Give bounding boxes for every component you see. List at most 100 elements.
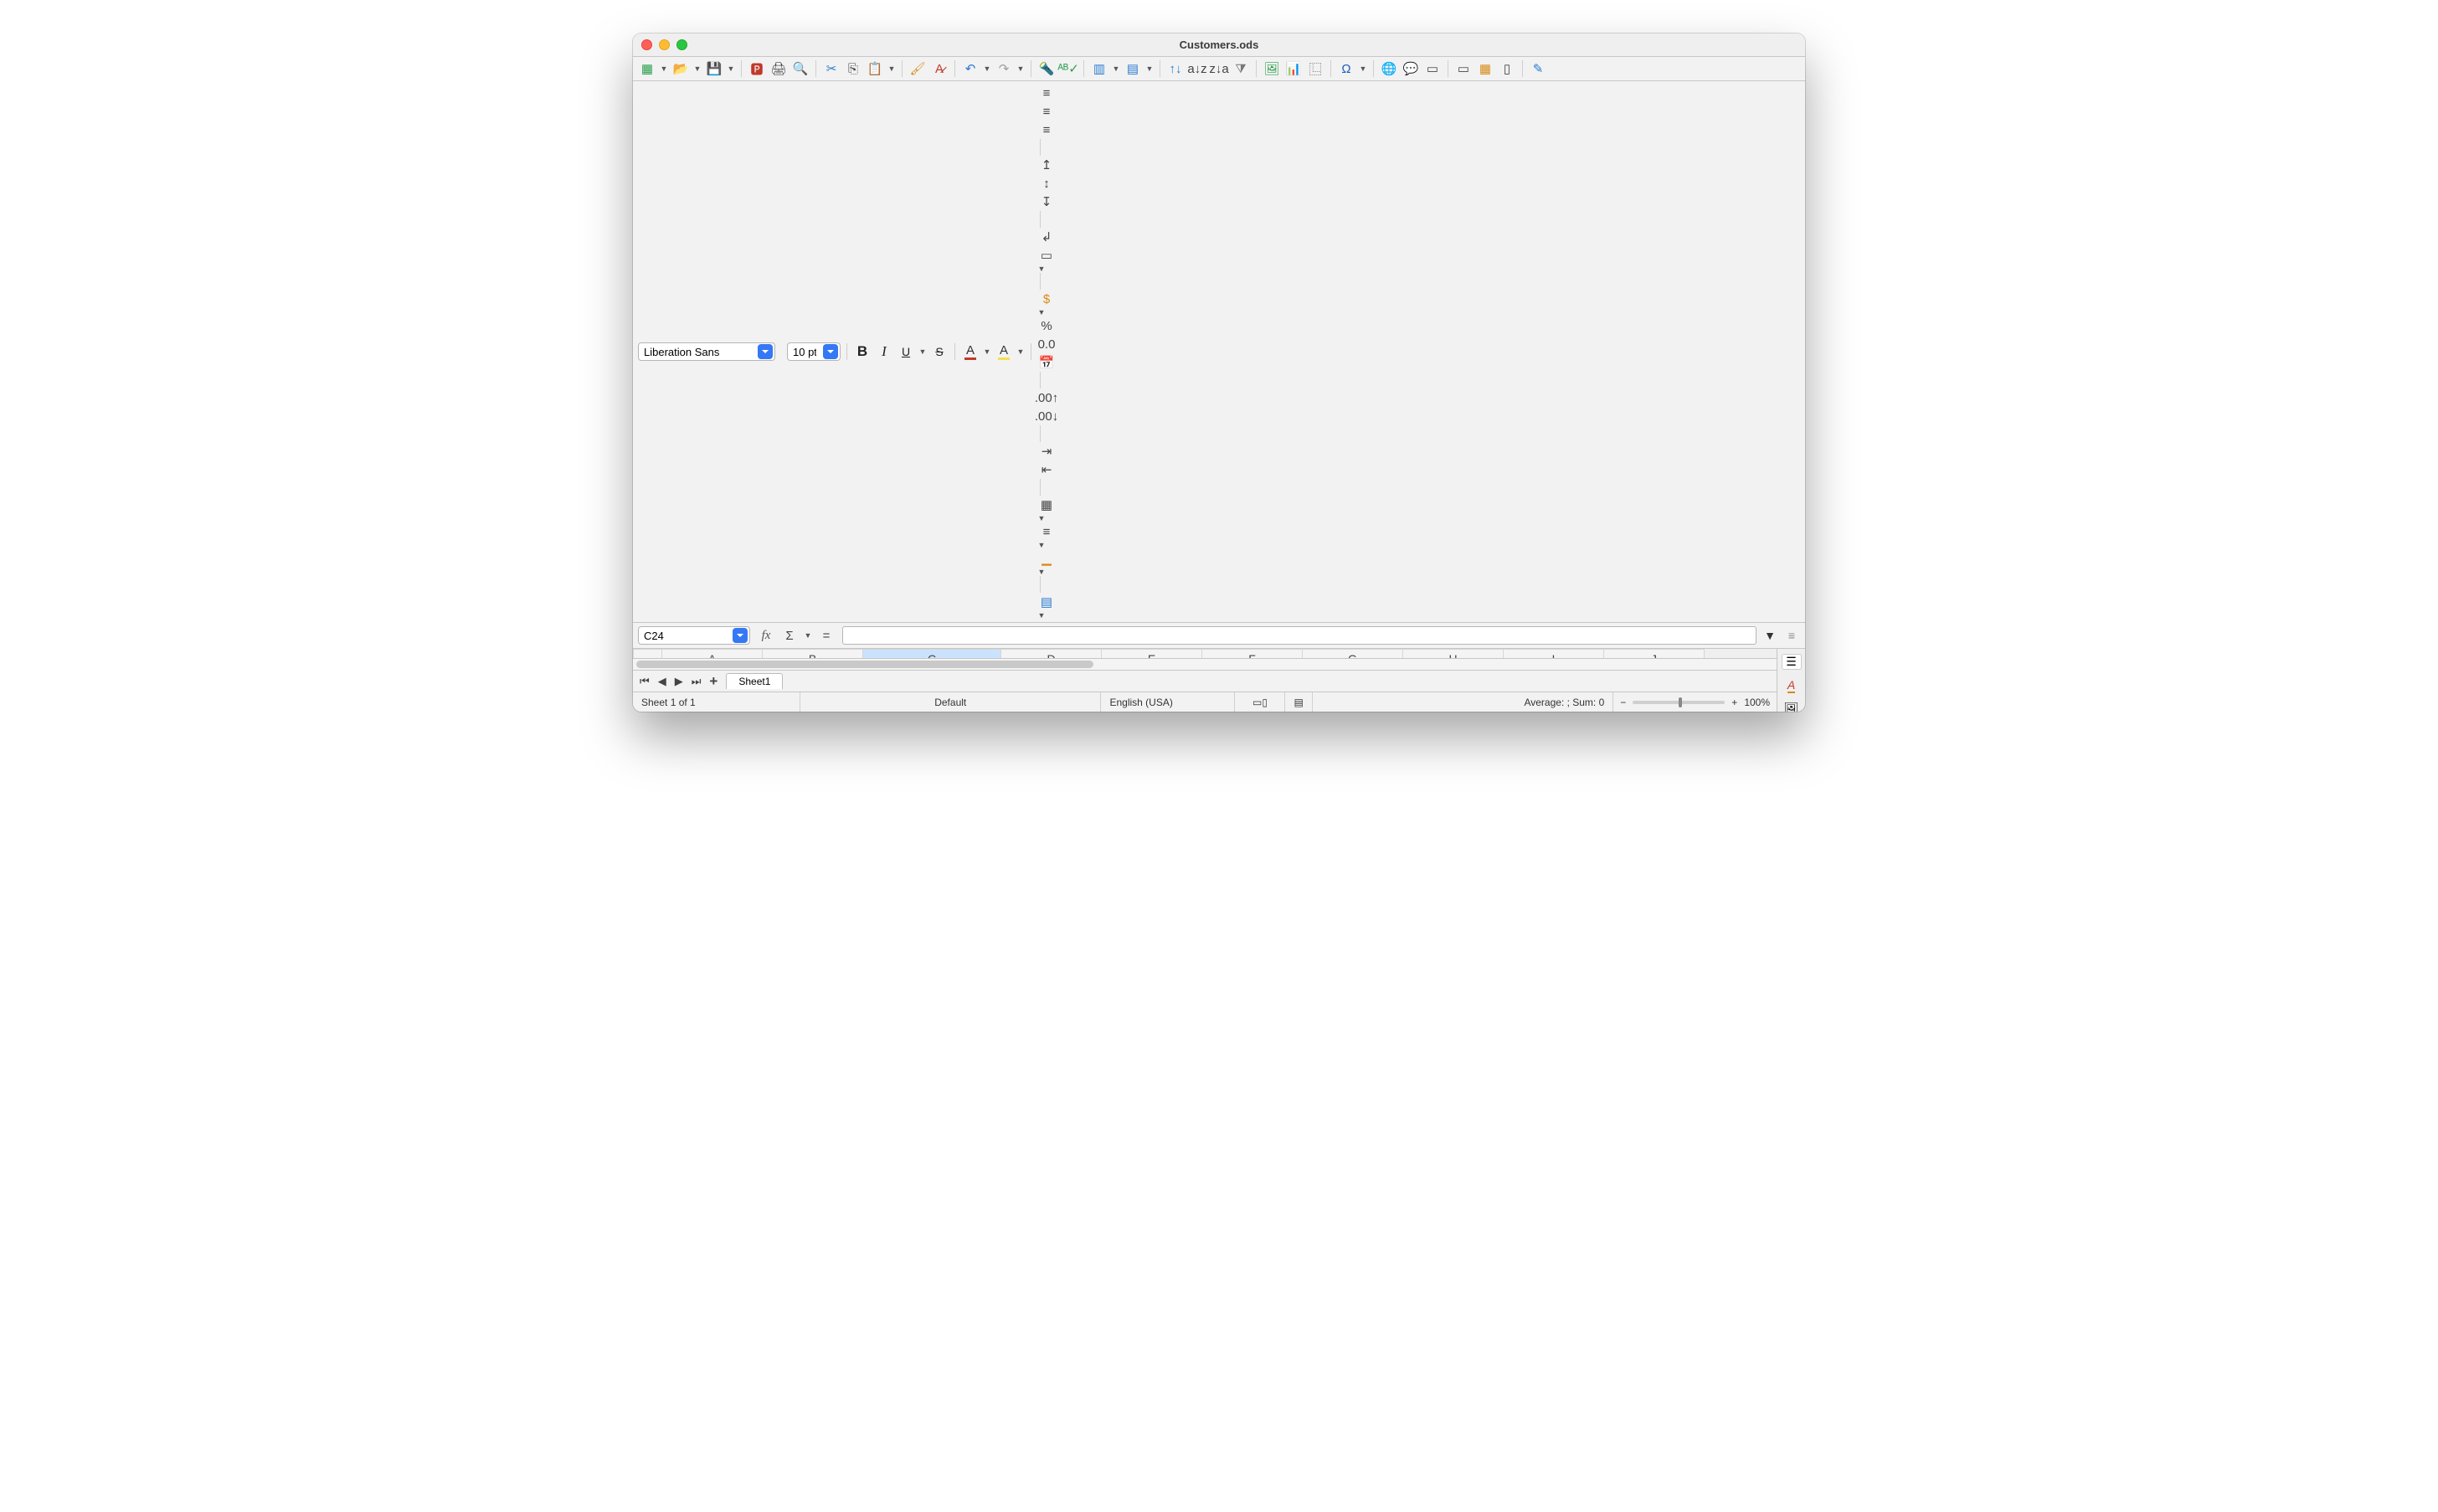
font-color-dropdown[interactable]: ▼: [983, 347, 991, 356]
define-print-button[interactable]: ▭: [1454, 59, 1473, 78]
bold-button[interactable]: B: [853, 342, 872, 361]
sheet-tab[interactable]: Sheet1: [726, 673, 783, 689]
wrap-button[interactable]: ↲: [1037, 228, 1056, 246]
spreadsheet-grid[interactable]: ABCDEFGHIJ1IDFirst Name21Justin32Sandra4…: [633, 649, 1777, 658]
merge-button[interactable]: ▭: [1037, 246, 1056, 265]
spellcheck-button[interactable]: ᴬᴮ✓: [1059, 59, 1078, 78]
clear-format-button[interactable]: A̷: [930, 59, 949, 78]
col-ops-button[interactable]: ▤: [1124, 59, 1142, 78]
col-header-F[interactable]: F: [1202, 650, 1303, 659]
border-style-dropdown[interactable]: ▼: [1037, 541, 1046, 549]
col-header-A[interactable]: A: [662, 650, 763, 659]
header-footer-button[interactable]: ▭: [1423, 59, 1442, 78]
font-size-dropdown-icon[interactable]: [823, 344, 838, 359]
font-size-combo[interactable]: [787, 342, 841, 361]
cell-reference-input[interactable]: [639, 630, 731, 642]
new-button[interactable]: ▦: [638, 59, 656, 78]
horizontal-scrollbar[interactable]: [633, 658, 1777, 670]
find-button[interactable]: 🔦: [1037, 59, 1056, 78]
sort-desc-button[interactable]: z↓a: [1210, 59, 1228, 78]
copy-button[interactable]: ⎘: [844, 59, 862, 78]
undo-button[interactable]: ↶: [961, 59, 980, 78]
export-pdf-button[interactable]: 🅿︎: [748, 59, 766, 78]
cut-button[interactable]: ✂: [822, 59, 841, 78]
formula-equals-button[interactable]: =: [817, 626, 836, 645]
status-language[interactable]: English (USA): [1101, 692, 1235, 712]
italic-button[interactable]: I: [875, 342, 893, 361]
sum-dropdown[interactable]: ▼: [804, 631, 812, 640]
close-window-button[interactable]: [641, 39, 652, 50]
select-all-corner[interactable]: [634, 650, 662, 659]
row-ops-dropdown[interactable]: ▼: [1112, 64, 1120, 73]
save-dropdown[interactable]: ▼: [727, 64, 735, 73]
font-color-button[interactable]: A: [961, 342, 980, 361]
col-header-I[interactable]: I: [1504, 650, 1604, 659]
last-sheet-button[interactable]: ⏭: [692, 675, 702, 688]
sidebar-properties-icon[interactable]: ☰: [1782, 654, 1802, 670]
special-char-button[interactable]: Ω: [1337, 59, 1355, 78]
col-ops-dropdown[interactable]: ▼: [1145, 64, 1154, 73]
percent-button[interactable]: %: [1037, 316, 1056, 335]
next-sheet-button[interactable]: ▶: [675, 675, 683, 688]
formula-expand-button[interactable]: ▼: [1763, 629, 1777, 642]
font-name-dropdown-icon[interactable]: [758, 344, 773, 359]
cond-format-button[interactable]: ▤: [1037, 593, 1056, 611]
border-color-button[interactable]: ▁: [1037, 549, 1056, 568]
col-header-J[interactable]: J: [1604, 650, 1705, 659]
save-button[interactable]: 💾: [705, 59, 723, 78]
align-top-button[interactable]: ↥: [1037, 156, 1056, 174]
dec-del-button[interactable]: .00↓: [1037, 407, 1056, 425]
col-header-E[interactable]: E: [1102, 650, 1202, 659]
insert-image-button[interactable]: 🖼: [1263, 59, 1281, 78]
col-header-G[interactable]: G: [1303, 650, 1403, 659]
name-box-dropdown-icon[interactable]: [733, 628, 748, 643]
sidebar-styles-icon[interactable]: A: [1782, 678, 1802, 693]
freeze-button[interactable]: ▦: [1476, 59, 1494, 78]
highlight-dropdown[interactable]: ▼: [1016, 347, 1025, 356]
paste-dropdown[interactable]: ▼: [887, 64, 896, 73]
open-button[interactable]: 📂: [671, 59, 690, 78]
underline-dropdown[interactable]: ▼: [918, 347, 927, 356]
zoom-window-button[interactable]: [676, 39, 687, 50]
insert-chart-button[interactable]: 📊: [1284, 59, 1303, 78]
font-name-input[interactable]: [639, 346, 756, 358]
formula-input[interactable]: [842, 626, 1756, 645]
comment-button[interactable]: 💬: [1402, 59, 1420, 78]
clone-format-button[interactable]: 🖌: [908, 59, 927, 78]
date-button[interactable]: 📅: [1037, 353, 1056, 372]
prev-sheet-button[interactable]: ◀: [658, 675, 666, 688]
autofilter-button[interactable]: ⧩: [1232, 59, 1250, 78]
new-dropdown[interactable]: ▼: [660, 64, 668, 73]
border-style-button[interactable]: ≡: [1037, 522, 1056, 541]
print-preview-button[interactable]: 🔍: [791, 59, 810, 78]
paste-button[interactable]: 📋: [866, 59, 884, 78]
sort-button[interactable]: ↑↓: [1166, 59, 1185, 78]
align-right-button[interactable]: ≡: [1037, 121, 1056, 139]
sum-button[interactable]: Σ: [780, 626, 799, 645]
align-bot-button[interactable]: ↧: [1037, 193, 1056, 211]
cond-format-dropdown[interactable]: ▼: [1037, 611, 1046, 620]
col-header-D[interactable]: D: [1001, 650, 1102, 659]
sort-asc-button[interactable]: a↓z: [1188, 59, 1206, 78]
number-button[interactable]: 0.0: [1037, 335, 1056, 353]
strike-button[interactable]: S: [930, 342, 949, 361]
align-center-button[interactable]: ≡: [1037, 102, 1056, 121]
status-cell-summary[interactable]: Average: ; Sum: 0: [1313, 692, 1613, 712]
font-name-combo[interactable]: [638, 342, 775, 361]
pivot-button[interactable]: ⿺: [1306, 59, 1324, 78]
special-char-dropdown[interactable]: ▼: [1359, 64, 1367, 73]
borders-button[interactable]: ▦: [1037, 496, 1056, 514]
zoom-slider[interactable]: [1633, 701, 1725, 704]
add-sheet-button[interactable]: +: [709, 673, 718, 690]
zoom-level[interactable]: 100%: [1744, 697, 1770, 708]
status-insert-mode[interactable]: ▭▯: [1235, 692, 1285, 712]
redo-button[interactable]: ↷: [995, 59, 1013, 78]
undo-dropdown[interactable]: ▼: [983, 64, 991, 73]
col-header-B[interactable]: B: [763, 650, 863, 659]
underline-button[interactable]: U: [897, 342, 915, 361]
minimize-window-button[interactable]: [659, 39, 670, 50]
status-signature[interactable]: ▤: [1285, 692, 1312, 712]
open-dropdown[interactable]: ▼: [693, 64, 702, 73]
highlight-button[interactable]: A: [995, 342, 1013, 361]
col-header-H[interactable]: H: [1403, 650, 1504, 659]
